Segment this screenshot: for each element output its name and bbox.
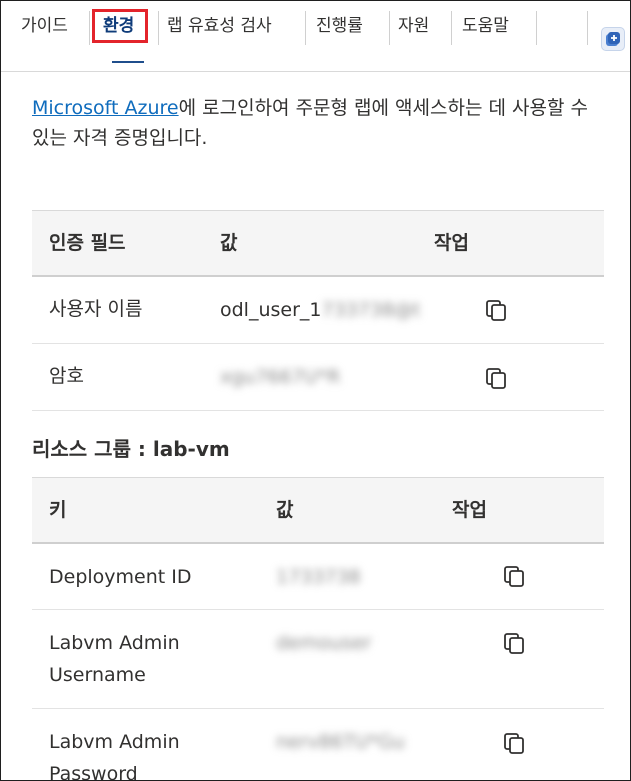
key-label: Labvm Admin Password [49, 731, 180, 781]
table-header: 키 값 작업 [32, 478, 604, 544]
header-action: 작업 [452, 499, 487, 521]
copy-icon[interactable] [502, 564, 526, 588]
table-row: Deployment ID 1733738 [32, 544, 604, 610]
tab-divider [587, 11, 588, 45]
table-header: 인증 필드 값 작업 [32, 211, 604, 277]
header-value: 값 [276, 499, 294, 521]
tab-divider [305, 11, 306, 45]
add-panel-icon [606, 32, 620, 46]
intro-text: Microsoft Azure에 로그인하여 주문형 랩에 액세스하는 데 사용… [32, 93, 602, 153]
tab-bar: 가이드 환경 랩 유효성 검사 진행률 자원 도움말 [1, 1, 630, 72]
resource-group-table: 키 값 작업 Deployment ID 1733738 Labvm Admin… [32, 477, 604, 781]
table-row: Labvm Admin Username demouser [32, 610, 604, 709]
azure-link[interactable]: Microsoft Azure [32, 97, 179, 119]
username-visible: odl_user_1 [220, 299, 322, 321]
tab-progress[interactable]: 진행률 [316, 9, 363, 43]
table-row: 암호 xgu7667U*R [32, 344, 604, 411]
copy-icon[interactable] [484, 366, 508, 390]
add-panel-button[interactable] [601, 27, 625, 51]
field-label: 암호 [49, 365, 84, 387]
table-row: 사용자 이름 odl_user_1733738@t [32, 277, 604, 344]
field-label: 사용자 이름 [49, 298, 143, 320]
header-action: 작업 [434, 232, 469, 254]
tab-divider [451, 11, 452, 45]
field-value: odl_user_1733738@t [220, 294, 420, 326]
copy-icon[interactable] [484, 298, 508, 322]
tab-divider [536, 11, 537, 45]
header-field: 인증 필드 [49, 232, 126, 254]
key-value: nerv86TU*Gu [276, 731, 405, 753]
header-key: 키 [49, 499, 67, 521]
tab-guide[interactable]: 가이드 [21, 9, 68, 43]
copy-icon[interactable] [502, 631, 526, 655]
tab-help[interactable]: 도움말 [462, 9, 509, 43]
tab-divider [89, 11, 90, 45]
username-masked: 733738@t [321, 299, 421, 321]
active-tab-highlight [92, 9, 148, 43]
copy-icon[interactable] [502, 731, 526, 755]
key-value: demouser [276, 632, 372, 654]
resource-group-title: 리소스 그룹 : lab-vm [32, 437, 230, 461]
tab-resources[interactable]: 자원 [398, 9, 429, 43]
key-label: Labvm Admin Username [49, 632, 180, 686]
field-value: xgu7667U*R [220, 361, 340, 393]
password-masked: xgu7667U*R [220, 366, 341, 388]
table-row: Labvm Admin Password nerv86TU*Gu [32, 709, 604, 781]
tab-lab-validation[interactable]: 랩 유효성 검사 [167, 9, 272, 43]
tab-divider [158, 11, 159, 45]
credentials-table: 인증 필드 값 작업 사용자 이름 odl_user_1733738@t 암호 … [32, 210, 604, 411]
tab-divider [389, 11, 390, 45]
active-tab-underline [112, 61, 144, 63]
environment-panel: 가이드 환경 랩 유효성 검사 진행률 자원 도움말 Microsoft Azu… [0, 0, 631, 781]
key-label: Deployment ID [49, 566, 192, 588]
header-value: 값 [220, 232, 238, 254]
key-value: 1733738 [276, 566, 361, 588]
